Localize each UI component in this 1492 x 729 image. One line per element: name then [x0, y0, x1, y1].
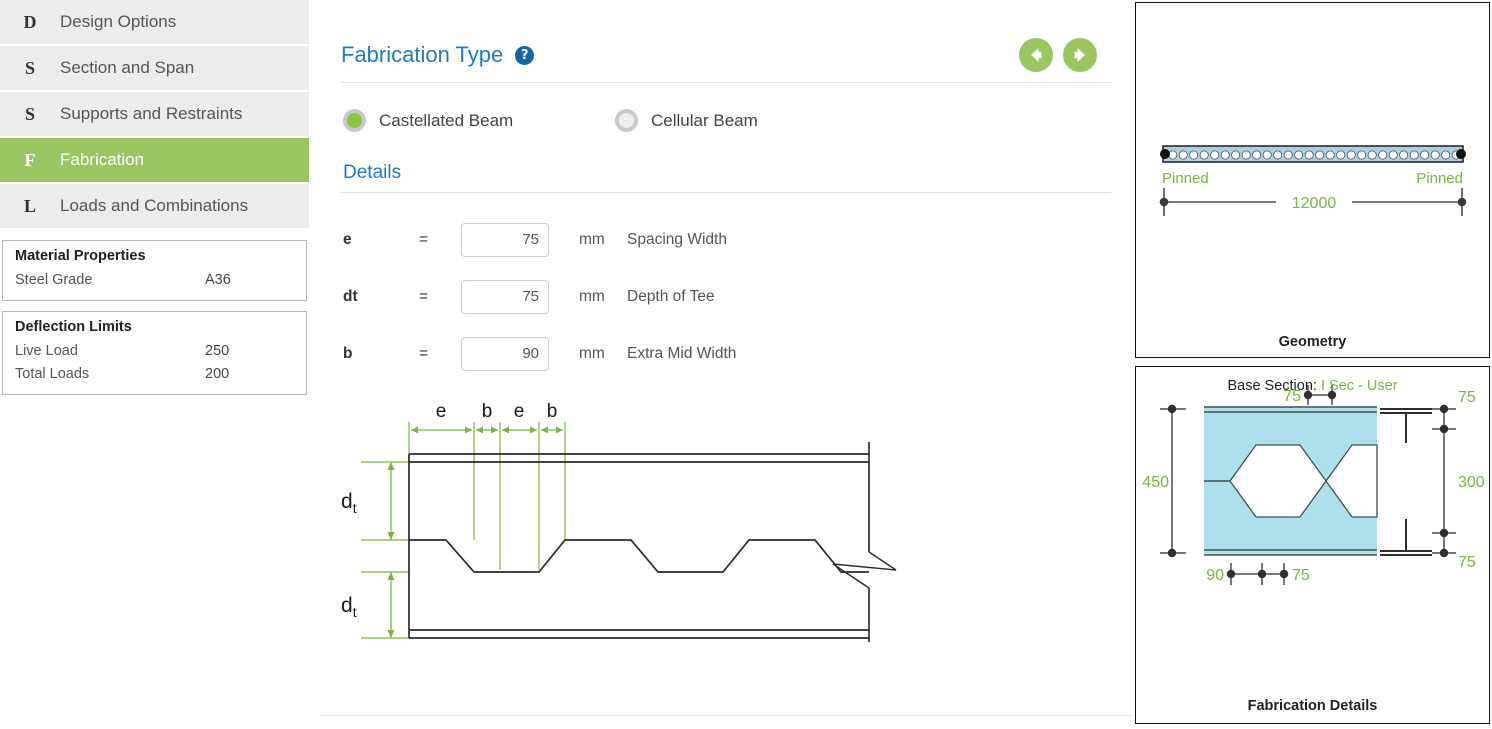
sidebar-item-loads-and-combinations[interactable]: L Loads and Combinations — [0, 184, 309, 230]
field-description: Extra Mid Width — [627, 344, 737, 362]
radio-castellated-beam[interactable]: Castellated Beam — [343, 109, 615, 132]
field-description: Depth of Tee — [627, 287, 715, 305]
main-panel: Fabrication Type ? Castellated Beam Cell… — [321, 0, 1133, 729]
sidebar-item-label: Section and Span — [60, 58, 195, 77]
dim-right-bottom-75: 75 — [1458, 554, 1476, 571]
fabrication-type-radio-group: Castellated Beam Cellular Beam — [321, 83, 1133, 138]
equals-sign: = — [419, 287, 429, 305]
steel-grade-label: Steel Grade — [15, 272, 93, 288]
left-support-label: Pinned — [1162, 170, 1209, 187]
form-row-dt: dt = mm Depth of Tee — [343, 268, 1133, 325]
live-load-value: 250 — [205, 343, 230, 360]
sidebar: D Design Options S Section and Span S Support… — [0, 0, 309, 729]
input-e[interactable] — [461, 222, 549, 257]
arrow-left-icon[interactable] — [1019, 38, 1053, 72]
base-section-label: Base Section: I Sec - User — [1136, 378, 1489, 394]
svg-text:b: b — [482, 401, 493, 422]
right-support-label: Pinned — [1416, 170, 1463, 187]
info-row: Total Loads 200 — [15, 363, 294, 385]
radio-dial-icon — [343, 109, 366, 132]
field-unit: mm — [579, 230, 605, 248]
dim-right-300: 300 — [1458, 474, 1485, 491]
geometry-diagram: Pinned Pinned 12000 — [1159, 145, 1467, 216]
material-properties-box: Material Properties Steel Grade A36 — [2, 240, 307, 302]
form-row-e: e = mm Spacing Width — [343, 211, 1133, 268]
deflection-limits-title: Deflection Limits — [15, 319, 132, 336]
form-row-b: b = mm Extra Mid Width — [343, 325, 1133, 382]
input-b[interactable] — [461, 336, 549, 371]
sidebar-item-supports-and-restraints[interactable]: S Supports and Restraints — [0, 92, 309, 138]
sidebar-item-badge: D — [23, 11, 37, 32]
dim-bottom-75: 75 — [1292, 567, 1310, 584]
fabrication-diagram: 450 75 75 300 75 90 75 — [1142, 385, 1485, 585]
sidebar-item-design-options[interactable]: D Design Options — [0, 0, 309, 46]
info-row: Steel Grade A36 — [15, 269, 294, 291]
svg-text:dt: dt — [341, 490, 357, 516]
equals-sign: = — [419, 344, 429, 362]
section-header: Fabrication Type ? — [321, 0, 1133, 82]
info-row: Live Load 250 — [15, 340, 294, 362]
radio-cellular-beam-label: Cellular Beam — [651, 110, 758, 130]
field-description: Spacing Width — [627, 230, 727, 248]
sidebar-item-badge: L — [23, 195, 36, 216]
castellated-beam-diagram: eb eb dt dt — [321, 382, 1133, 642]
field-symbol-b: b — [343, 344, 353, 362]
svg-text:e: e — [514, 401, 525, 422]
field-symbol-e: e — [343, 230, 352, 248]
dim-bottom-90: 90 — [1206, 567, 1224, 584]
field-unit: mm — [579, 344, 605, 362]
sidebar-nav: D Design Options S Section and Span S Support… — [0, 0, 309, 230]
material-properties-title: Material Properties — [15, 248, 146, 264]
fabrication-details-panel: Base Section: I Sec - User 450 75 75 300… — [1135, 366, 1490, 724]
page-title: Fabrication Type — [341, 42, 504, 67]
fabrication-panel-caption: Fabrication Details — [1247, 698, 1378, 714]
sidebar-item-label: Fabrication — [60, 150, 145, 169]
total-loads-value: 200 — [205, 365, 230, 382]
bottom-divider — [321, 715, 1133, 716]
sidebar-item-badge: S — [24, 103, 35, 124]
base-section-value: I Sec - User — [1320, 378, 1398, 394]
equals-sign: = — [419, 230, 429, 248]
svg-text:dt: dt — [341, 594, 357, 620]
total-loads-label: Total Loads — [15, 365, 90, 382]
radio-dial-icon — [615, 109, 638, 132]
sidebar-item-label: Loads and Combinations — [60, 196, 249, 215]
svg-text:e: e — [436, 401, 447, 422]
sidebar-item-section-and-span[interactable]: S Section and Span — [0, 46, 309, 92]
field-symbol-dt: dt — [343, 287, 358, 305]
steel-grade-value: A36 — [205, 272, 231, 288]
live-load-label: Live Load — [15, 343, 78, 360]
help-icon[interactable]: ? — [515, 45, 535, 65]
dim-left-450: 450 — [1142, 474, 1169, 491]
wizard-nav — [1019, 38, 1119, 72]
app-root: D Design Options S Section and Span S Support… — [0, 0, 1492, 729]
deflection-limits-box: Deflection Limits Live Load 250 Total Lo… — [2, 311, 307, 396]
details-form: e = mm Spacing Width dt = mm Depth of Tee b = mm Ex… — [321, 193, 1133, 382]
field-unit: mm — [579, 287, 605, 305]
svg-text:b: b — [547, 401, 558, 422]
span-dimension-label: 12000 — [1292, 195, 1337, 212]
sidebar-item-badge: S — [24, 57, 35, 78]
base-section-key: Base Section: — [1227, 378, 1317, 394]
details-title: Details — [343, 162, 402, 183]
sidebar-item-fabrication[interactable]: F Fabrication — [0, 138, 309, 184]
sidebar-item-badge: F — [24, 149, 36, 170]
input-dt[interactable] — [461, 279, 549, 314]
details-header: Details — [321, 138, 1133, 192]
sidebar-item-label: Design Options — [60, 12, 177, 31]
geometry-panel: Pinned Pinned 12000 Geometry — [1135, 2, 1490, 358]
arrow-right-icon[interactable] — [1063, 38, 1097, 72]
radio-cellular-beam[interactable]: Cellular Beam — [615, 109, 758, 132]
sidebar-item-label: Supports and Restraints — [60, 104, 243, 123]
radio-castellated-beam-label: Castellated Beam — [379, 110, 514, 130]
geometry-panel-caption: Geometry — [1278, 334, 1347, 350]
